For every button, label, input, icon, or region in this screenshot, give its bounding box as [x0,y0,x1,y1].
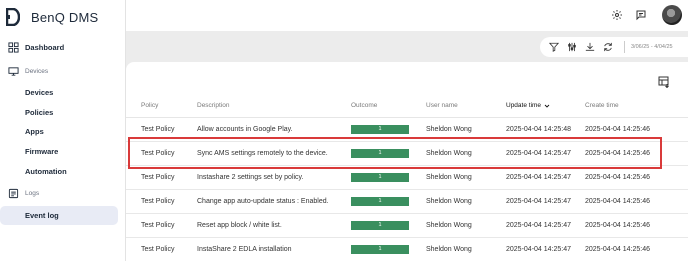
cell-user: Sheldon Wong [426,117,506,142]
cell-update-time: 2025-04-04 14:25:47 [506,213,585,238]
cell-description: Sync AMS settings remotely to the device… [197,141,351,166]
outcome-badge: 1 [351,172,409,182]
cell-policy: Test Policy [126,165,197,190]
cell-update-time: 2025-04-04 14:25:47 [506,189,585,214]
sidebar-item-label: Firmware [25,147,59,156]
table-row[interactable]: Test Policy Instashare 2 settings set by… [126,165,688,190]
sidebar-item-apps[interactable]: Apps [0,122,118,141]
cell-create-time: 2025-04-04 14:25:46 [585,237,688,261]
sidebar-item-firmware[interactable]: Firmware [0,142,118,161]
sidebar-item-label: Devices [25,88,54,97]
table-header-row: Policy Description Outcome User name Upd… [126,95,688,118]
cell-policy: Test Policy [126,189,197,214]
header-create-time[interactable]: Create time [585,95,688,118]
cell-description: Change app auto-update status : Enabled. [197,189,351,214]
cell-update-time: 2025-04-04 14:25:47 [506,141,585,166]
refresh-icon[interactable] [602,41,614,53]
download-icon[interactable] [584,41,596,53]
sidebar-item-label: Automation [25,167,67,176]
sidebar-section-label: Logs [25,190,40,197]
sidebar-item-label: Policies [25,108,54,117]
outcome-badge: 1 [351,244,409,254]
sidebar-section-logs[interactable]: Logs [0,184,118,203]
cell-outcome: 1 [351,237,426,261]
sidebar-item-automation[interactable]: Automation [0,162,118,181]
cell-user: Sheldon Wong [426,213,506,238]
sidebar-item-devices[interactable]: Devices [0,83,118,102]
dashboard-icon [8,42,19,53]
header-description[interactable]: Description [197,95,351,118]
table-row[interactable]: Test Policy Change app auto-update statu… [126,189,688,214]
cell-create-time: 2025-04-04 14:25:46 [585,117,688,142]
cell-outcome: 1 [351,189,426,214]
cell-policy: Test Policy [126,213,197,238]
cell-update-time: 2025-04-04 14:25:48 [506,117,585,142]
table-row[interactable]: Test Policy Sync AMS settings remotely t… [126,141,688,166]
cell-policy: Test Policy [126,141,197,166]
top-bar-actions [602,5,682,25]
cell-user: Sheldon Wong [426,141,506,166]
cell-policy: Test Policy [126,117,197,142]
event-log-card: Policy Description Outcome User name Upd… [126,62,688,261]
toolbar-divider [624,41,625,53]
brand: BenQ DMS [6,8,98,26]
chevron-down-icon [544,104,550,108]
cell-description: Instashare 2 settings set by policy. [197,165,351,190]
event-log-table: Policy Description Outcome User name Upd… [126,95,688,261]
export-table-icon[interactable] [658,75,670,89]
sidebar-section-devices[interactable]: Devices [0,62,118,81]
settings-icon[interactable] [608,6,626,24]
cell-policy: Test Policy [126,237,197,261]
cell-create-time: 2025-04-04 14:25:46 [585,213,688,238]
cell-user: Sheldon Wong [426,189,506,214]
cell-outcome: 1 [351,165,426,190]
cell-create-time: 2025-04-04 14:25:46 [585,189,688,214]
brand-logo-icon [6,8,20,26]
monitor-icon [8,67,19,76]
sidebar-item-label: Dashboard [25,43,65,52]
cell-user: Sheldon Wong [426,165,506,190]
table-row[interactable]: Test Policy Allow accounts in Google Pla… [126,117,688,142]
header-update-time-label: Update time [506,102,542,110]
outcome-badge: 1 [351,124,409,134]
cell-outcome: 1 [351,141,426,166]
message-icon[interactable] [632,6,650,24]
cell-create-time: 2025-04-04 14:25:46 [585,165,688,190]
outcome-badge: 1 [351,196,409,206]
filter-icon[interactable] [548,41,560,53]
sidebar-section-label: Devices [25,68,49,75]
toolbar: 3/06/25 - 4/04/25 [540,37,688,57]
header-user-name[interactable]: User name [426,95,506,118]
cell-update-time: 2025-04-04 14:25:47 [506,165,585,190]
header-policy[interactable]: Policy [126,95,197,118]
cell-create-time: 2025-04-04 14:25:46 [585,141,688,166]
cell-description: Reset app block / white list. [197,213,351,238]
sidebar: BenQ DMS Dashboard Devices Devices Polic… [0,0,126,261]
cell-description: InstaShare 2 EDLA installation [197,237,351,261]
cell-update-time: 2025-04-04 14:25:47 [506,237,585,261]
cell-user: Sheldon Wong [426,237,506,261]
table-row[interactable]: Test Policy InstaShare 2 EDLA installati… [126,237,688,261]
user-avatar[interactable] [662,5,682,25]
cell-outcome: 1 [351,213,426,238]
logs-icon [8,188,19,199]
sidebar-item-event-log[interactable]: Event log [0,206,118,225]
brand-name: BenQ DMS [31,9,99,25]
toolbar-panel: 3/06/25 - 4/04/25 [126,31,688,62]
outcome-badge: 1 [351,148,409,158]
cell-outcome: 1 [351,117,426,142]
header-update-time[interactable]: Update time [506,95,585,118]
header-outcome[interactable]: Outcome [351,95,426,118]
outcome-badge: 1 [351,220,409,230]
sidebar-item-label: Event log [25,211,59,220]
sidebar-item-policies[interactable]: Policies [0,103,118,122]
sidebar-item-dashboard[interactable]: Dashboard [0,38,118,57]
table-row[interactable]: Test Policy Reset app block / white list… [126,213,688,238]
sidebar-item-label: Apps [25,127,44,136]
cell-description: Allow accounts in Google Play. [197,117,351,142]
date-range-picker[interactable]: 3/06/25 - 4/04/25 [631,44,673,50]
column-settings-icon[interactable] [566,41,578,53]
